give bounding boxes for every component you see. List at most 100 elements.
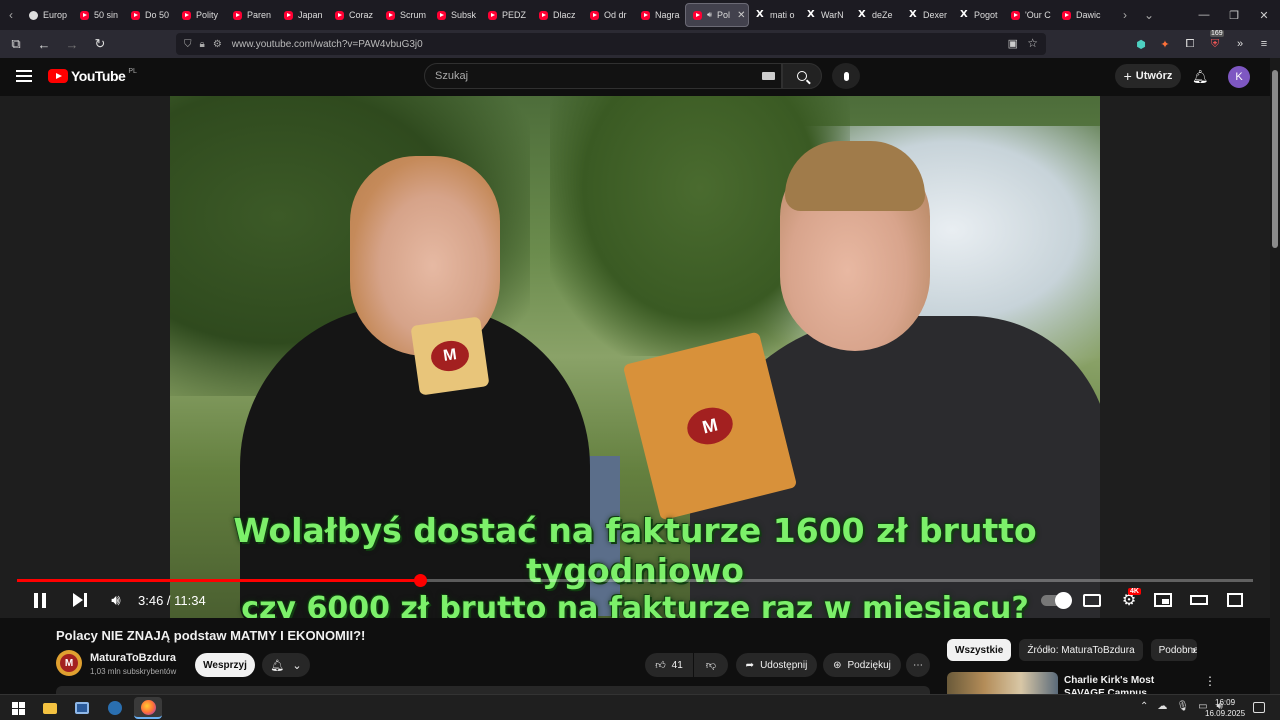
browser-tab[interactable]: Od dr: [583, 3, 634, 27]
microphone-tray-icon[interactable]: 🎙︎: [1176, 701, 1189, 712]
picture-in-picture-icon[interactable]: ▣: [1008, 37, 1018, 50]
tab-view-icon[interactable]: ⧉: [4, 32, 28, 56]
channel-avatar[interactable]: M: [56, 650, 82, 676]
recommended-video-thumbnail[interactable]: [947, 672, 1058, 694]
notifications-bell-icon[interactable]: 🔔︎: [1192, 69, 1209, 85]
browser-tab[interactable]: 🔊︎ Pol ✕: [685, 3, 749, 27]
tab-close-icon[interactable]: ✕: [737, 10, 745, 21]
file-explorer-button[interactable]: [36, 697, 64, 719]
browser-tab[interactable]: Polity: [175, 3, 226, 27]
subscription-notifications-button[interactable]: 🔔︎ ⌄: [262, 653, 310, 677]
browser-tab[interactable]: Coraz: [328, 3, 379, 27]
browser-tab[interactable]: Do 50: [124, 3, 175, 27]
browser-tab[interactable]: deZe: [851, 3, 902, 27]
notifications-icon[interactable]: [1253, 702, 1265, 713]
virtual-machine-app-button[interactable]: [68, 697, 96, 719]
cloud-icon[interactable]: ☁: [1157, 701, 1167, 712]
browser-tab[interactable]: Japan: [277, 3, 328, 27]
browser-tab[interactable]: 50 sin: [73, 3, 124, 27]
browser-tab[interactable]: Subsk: [430, 3, 481, 27]
search-input[interactable]: Szukaj: [424, 63, 782, 89]
firefox-button[interactable]: [134, 697, 162, 719]
tray-chevron-up-icon[interactable]: ⌃: [1140, 701, 1148, 712]
chip-all[interactable]: Wszystkie: [947, 639, 1012, 661]
dislike-button[interactable]: 👎︎: [694, 653, 728, 677]
tabs-scroll-right-icon[interactable]: ›: [1114, 0, 1136, 30]
browser-tab[interactable]: Pogot: [953, 3, 1004, 27]
browser-tab[interactable]: PEDZ: [481, 3, 532, 27]
fullscreen-icon[interactable]: [1224, 588, 1246, 612]
miniplayer-icon[interactable]: [1152, 588, 1174, 612]
youtube-logo[interactable]: YouTube PL: [48, 68, 137, 84]
next-video-icon[interactable]: [70, 588, 90, 612]
like-button[interactable]: 👍︎ 41: [645, 653, 693, 677]
share-button[interactable]: ➦ Udostępnij: [736, 653, 817, 677]
ublock-extension-icon[interactable]: ⛨ 169: [1206, 30, 1224, 53]
user-avatar[interactable]: K: [1228, 66, 1250, 88]
tab-audio-icon[interactable]: 🔊︎: [707, 10, 712, 20]
progress-scrubber-handle[interactable]: [413, 574, 427, 587]
minimize-icon[interactable]: —: [1188, 0, 1220, 30]
scrollbar-thumb[interactable]: [1272, 70, 1278, 248]
subtitles-cc-icon[interactable]: [1082, 588, 1102, 612]
back-button[interactable]: ←: [32, 32, 56, 56]
tab-list-dropdown-icon[interactable]: ⌄: [1138, 0, 1160, 30]
close-window-icon[interactable]: ✕: [1248, 0, 1280, 30]
share-arrow-icon: ➦: [745, 659, 755, 671]
progress-bar[interactable]: [17, 574, 1253, 587]
browser-tab[interactable]: mati o: [749, 3, 800, 27]
recommendation-menu-icon[interactable]: ⋮: [1204, 674, 1216, 688]
taskbar-clock[interactable]: 16:09 16.09.2025: [1205, 697, 1245, 719]
youtube-favicon-icon: [284, 10, 293, 20]
video-player[interactable]: M M Wolałbyś dostać na fakturze 1600 zł …: [0, 96, 1270, 618]
permissions-icon[interactable]: ⚙: [213, 39, 222, 50]
browser-tab[interactable]: Scrum: [379, 3, 430, 27]
address-bar[interactable]: ⛉ 🔒︎ ⚙ www.youtube.com/watch?v=PAW4vbuG3…: [176, 33, 1046, 55]
chip-related[interactable]: Podobne: [1150, 639, 1197, 661]
search-button[interactable]: [782, 63, 822, 89]
page-scrollbar[interactable]: [1270, 58, 1280, 694]
browser-tab[interactable]: Dlacz: [532, 3, 583, 27]
support-button[interactable]: Wesprzyj: [195, 653, 255, 677]
browser-tab[interactable]: Europ: [22, 3, 73, 27]
restore-icon[interactable]: ❐: [1218, 0, 1250, 30]
tabs-scroll-left-icon[interactable]: ‹: [0, 0, 22, 30]
browser-tab[interactable]: 'Our C: [1004, 3, 1055, 27]
browser-tab[interactable]: Dexer: [902, 3, 953, 27]
channel-name[interactable]: MaturaToBzdura: [90, 652, 176, 664]
more-tools-icon[interactable]: »: [1231, 35, 1249, 53]
voice-search-button[interactable]: [832, 63, 860, 89]
chip-from-channel[interactable]: Źródło: MaturaToBzdura: [1019, 639, 1143, 661]
autoplay-toggle[interactable]: [1040, 588, 1072, 612]
create-button[interactable]: + Utwórz: [1115, 64, 1181, 88]
video-frame[interactable]: M M Wolałbyś dostać na fakturze 1600 zł …: [170, 96, 1100, 618]
browser-tab[interactable]: Paren: [226, 3, 277, 27]
browser-menu-icon[interactable]: ≡: [1255, 35, 1273, 53]
extensions-puzzle-icon[interactable]: ⧠: [1181, 35, 1199, 53]
extension-icon[interactable]: ✦: [1156, 35, 1174, 53]
browser-tab[interactable]: Nagra: [634, 3, 685, 27]
microphone-icon: [843, 71, 849, 81]
start-button[interactable]: [4, 697, 32, 719]
like-count: 41: [671, 659, 683, 671]
shield-icon[interactable]: ⛉: [184, 39, 192, 50]
steam-button[interactable]: [101, 697, 129, 719]
vpn-extension-icon[interactable]: ⬢: [1132, 35, 1150, 53]
country-code: PL: [128, 67, 137, 75]
hamburger-menu-icon[interactable]: [16, 70, 32, 82]
description-box[interactable]: [56, 686, 930, 694]
recommended-video-title[interactable]: Charlie Kirk's Most SAVAGE Campus Moment…: [1064, 674, 1189, 694]
browser-tab[interactable]: Dawic: [1055, 3, 1106, 27]
thanks-button[interactable]: ⊛ Podziękuj: [823, 653, 901, 677]
lock-icon[interactable]: 🔒︎: [200, 39, 205, 50]
more-actions-icon[interactable]: ⋯: [906, 653, 930, 677]
browser-tab[interactable]: WarN: [800, 3, 851, 27]
chips-next-chevron-icon[interactable]: ›: [1192, 643, 1196, 657]
forward-button[interactable]: →: [60, 32, 84, 56]
theater-mode-icon[interactable]: [1188, 588, 1210, 612]
bookmark-star-icon[interactable]: ☆: [1027, 36, 1038, 50]
reload-button[interactable]: ↻: [88, 32, 112, 56]
volume-icon[interactable]: 🔊︎: [106, 588, 126, 612]
keyboard-icon[interactable]: [762, 72, 775, 80]
pause-icon[interactable]: [30, 588, 50, 612]
